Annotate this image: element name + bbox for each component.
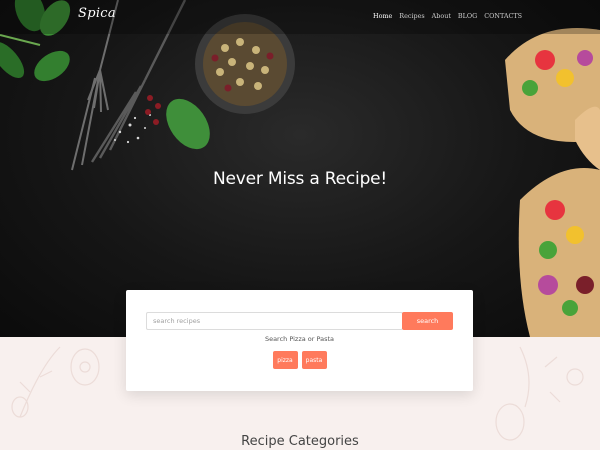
nav-links: Home Recipes About BLOG CONTACTS [366,12,522,20]
brand-logo[interactable]: Spica [78,6,116,21]
nav-item-recipes[interactable]: Recipes [399,12,424,20]
search-hint: Search Pizza or Pasta [264,335,335,343]
nav-item-blog[interactable]: BLOG [458,12,477,20]
tag-button-pizza[interactable]: pizza [272,351,298,369]
nav-item-about[interactable]: About [432,12,451,20]
hero-title: Never Miss a Recipe! [212,169,388,189]
red-peppercorns-image [145,95,161,125]
top-navbar: Spica Home Recipes About BLOG CONTACTS [0,0,600,34]
nav-item-contacts[interactable]: CONTACTS [484,12,522,20]
section-title-recipe-categories: Recipe Categories [241,434,359,449]
tag-button-pasta[interactable]: pasta [301,351,327,369]
search-button[interactable]: search [402,312,453,330]
search-card: search Search Pizza or Pasta pizza pasta [126,290,473,391]
search-input[interactable] [146,312,403,330]
nav-item-home[interactable]: Home [373,12,392,20]
basil-leaf-image [166,98,210,150]
tag-buttons: pizza pasta [126,351,473,369]
